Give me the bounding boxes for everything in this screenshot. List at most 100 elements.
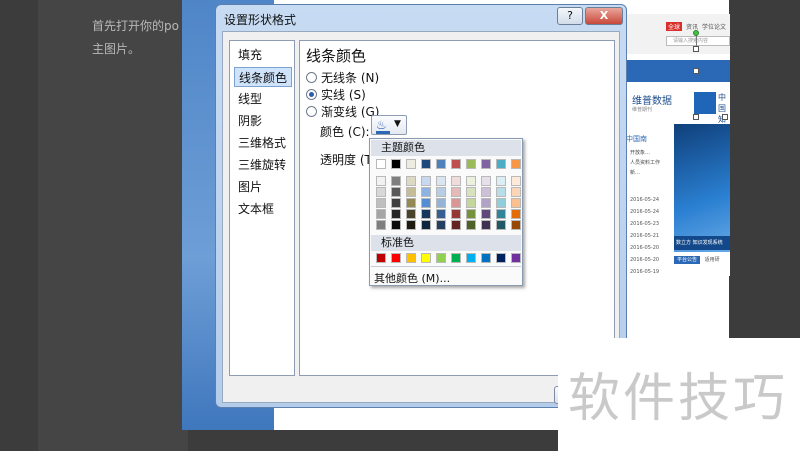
theme-color-swatch[interactable] [451, 159, 461, 169]
theme-shade-swatch[interactable] [436, 187, 446, 197]
theme-color-swatch[interactable] [511, 159, 521, 169]
theme-shade-swatch[interactable] [421, 176, 431, 186]
theme-shade-swatch[interactable] [421, 198, 431, 208]
help-button[interactable]: ? [557, 7, 583, 25]
theme-color-swatch[interactable] [406, 159, 416, 169]
theme-color-swatch[interactable] [391, 159, 401, 169]
theme-shade-swatch[interactable] [466, 187, 476, 197]
radio-no-line[interactable] [306, 71, 317, 83]
theme-shade-swatch[interactable] [466, 176, 476, 186]
theme-shade-swatch[interactable] [391, 209, 401, 219]
theme-shade-swatch[interactable] [466, 220, 476, 230]
theme-shade-swatch[interactable] [406, 176, 416, 186]
theme-shade-swatch[interactable] [406, 198, 416, 208]
theme-shade-swatch[interactable] [511, 209, 521, 219]
theme-shade-swatch[interactable] [391, 220, 401, 230]
theme-shade-swatch[interactable] [376, 220, 386, 230]
standard-color-swatch[interactable] [466, 253, 476, 263]
theme-shade-swatch[interactable] [376, 187, 386, 197]
theme-shade-swatch[interactable] [421, 220, 431, 230]
category-fill[interactable]: 填充 [234, 45, 292, 65]
theme-shade-swatch[interactable] [511, 176, 521, 186]
theme-shade-swatch[interactable] [451, 220, 461, 230]
theme-shade-swatch[interactable] [481, 220, 491, 230]
theme-shade-swatch[interactable] [421, 187, 431, 197]
chevron-down-icon: ▼ [394, 119, 401, 129]
category-shadow[interactable]: 阴影 [234, 111, 292, 131]
theme-shade-swatch[interactable] [496, 176, 506, 186]
theme-shade-swatch[interactable] [481, 209, 491, 219]
theme-color-swatch[interactable] [496, 159, 506, 169]
standard-color-swatch[interactable] [436, 253, 446, 263]
category-line-color[interactable]: 线条颜色 [234, 67, 292, 87]
option-gradient-line[interactable]: 渐变线 (G) [306, 103, 379, 119]
category-3d-format[interactable]: 三维格式 [234, 133, 292, 153]
theme-shade-swatch[interactable] [496, 187, 506, 197]
color-picker-button[interactable]: ♨ ▼ [371, 115, 407, 135]
resize-handle-right[interactable] [722, 114, 728, 120]
theme-shade-swatch[interactable] [481, 187, 491, 197]
theme-shade-swatch[interactable] [421, 209, 431, 219]
theme-color-swatch[interactable] [421, 159, 431, 169]
theme-shade-swatch[interactable] [451, 187, 461, 197]
close-button[interactable]: X [585, 7, 623, 25]
theme-color-swatch[interactable] [481, 159, 491, 169]
resize-handle-mid[interactable] [693, 68, 699, 74]
resize-handle-mid[interactable] [693, 114, 699, 120]
standard-color-swatch[interactable] [406, 253, 416, 263]
theme-shade-swatch[interactable] [391, 198, 401, 208]
theme-shade-swatch[interactable] [391, 176, 401, 186]
theme-shade-swatch[interactable] [496, 209, 506, 219]
theme-color-swatch[interactable] [436, 159, 446, 169]
theme-color-swatch[interactable] [466, 159, 476, 169]
theme-shade-swatch[interactable] [511, 187, 521, 197]
theme-shade-swatch[interactable] [451, 209, 461, 219]
theme-shade-swatch[interactable] [511, 220, 521, 230]
theme-shade-swatch[interactable] [451, 176, 461, 186]
resize-handle-top[interactable] [693, 46, 699, 52]
theme-shade-swatch[interactable] [436, 176, 446, 186]
standard-color-swatch[interactable] [376, 253, 386, 263]
theme-shade-swatch[interactable] [481, 176, 491, 186]
category-3d-rotation[interactable]: 三维旋转 [234, 155, 292, 175]
category-picture[interactable]: 图片 [234, 177, 292, 197]
more-colors-item[interactable]: 其他颜色 (M)... [374, 270, 450, 286]
theme-shade-swatch[interactable] [376, 198, 386, 208]
theme-shade-swatch[interactable] [496, 220, 506, 230]
theme-shade-swatch[interactable] [466, 209, 476, 219]
theme-shade-swatch[interactable] [406, 220, 416, 230]
standard-color-swatch[interactable] [496, 253, 506, 263]
standard-color-swatch[interactable] [421, 253, 431, 263]
theme-shade-swatch[interactable] [466, 198, 476, 208]
option-no-line[interactable]: 无线条 (N) [306, 69, 379, 85]
theme-shade-swatch[interactable] [406, 187, 416, 197]
standard-color-swatch[interactable] [481, 253, 491, 263]
theme-shade-swatch[interactable] [391, 187, 401, 197]
standard-color-swatch[interactable] [391, 253, 401, 263]
standard-color-swatch[interactable] [511, 253, 521, 263]
web-nav-bar [620, 60, 730, 82]
web-banner-image [674, 124, 730, 252]
theme-shade-swatch[interactable] [436, 220, 446, 230]
theme-shade-swatch[interactable] [436, 198, 446, 208]
standard-color-swatch[interactable] [451, 253, 461, 263]
category-text-box[interactable]: 文本框 [234, 199, 292, 219]
theme-shade-swatch[interactable] [511, 198, 521, 208]
theme-shade-swatch[interactable] [376, 176, 386, 186]
theme-shade-swatch[interactable] [436, 209, 446, 219]
radio-gradient-line[interactable] [306, 105, 317, 117]
category-line-style[interactable]: 线型 [234, 89, 292, 109]
web-logo: 维普数据 维普期刊 [632, 88, 690, 124]
web-footer: 平台公告 适用研 [674, 256, 730, 268]
slide-web-screenshot[interactable]: 全球 资讯 学位论文 请输入搜索内容 维普数据 维普期刊 中国知 中国南 开放象… [620, 14, 730, 276]
option-solid-line[interactable]: 实线 (S) [306, 86, 366, 102]
web-news-line: 新… [630, 170, 641, 176]
theme-color-swatch[interactable] [376, 159, 386, 169]
rotation-handle[interactable] [693, 30, 699, 36]
theme-shade-swatch[interactable] [496, 198, 506, 208]
theme-shade-swatch[interactable] [451, 198, 461, 208]
radio-solid-line[interactable] [306, 88, 317, 100]
theme-shade-swatch[interactable] [376, 209, 386, 219]
theme-shade-swatch[interactable] [406, 209, 416, 219]
theme-shade-swatch[interactable] [481, 198, 491, 208]
